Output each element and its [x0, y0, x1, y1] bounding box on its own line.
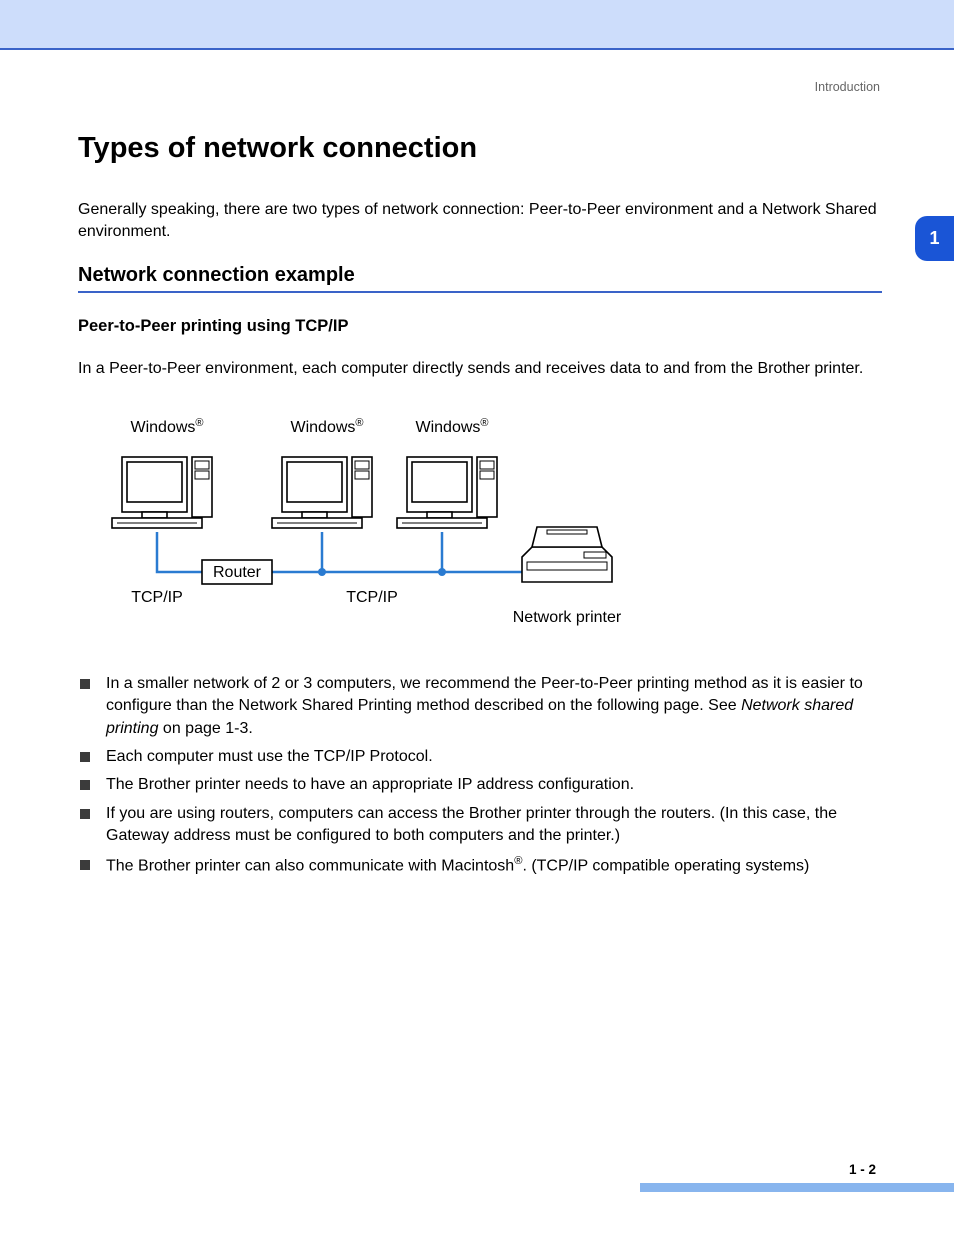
printer-label: Network printer: [513, 609, 622, 626]
page-footer: 1 - 2: [0, 1162, 954, 1192]
router-label: Router: [213, 564, 262, 581]
network-diagram: Router Windows®: [102, 402, 882, 637]
bullet-text: The Brother printer can also communicate…: [106, 857, 514, 874]
pc2-label: Windows®: [290, 417, 363, 436]
header-band: [0, 0, 954, 48]
list-item: In a smaller network of 2 or 3 computers…: [78, 673, 882, 740]
pc-icon: [272, 457, 372, 528]
list-item: Each computer must use the TCP/IP Protoc…: [78, 746, 882, 768]
chapter-tab: 1: [915, 216, 954, 261]
bullet-text: If you are using routers, computers can …: [106, 805, 837, 844]
bullet-text: Each computer must use the TCP/IP Protoc…: [106, 748, 433, 765]
p2p-paragraph: In a Peer-to-Peer environment, each comp…: [78, 358, 882, 380]
printer-icon: [522, 527, 612, 582]
page-title: Types of network connection: [78, 132, 882, 165]
list-item: The Brother printer needs to have an app…: [78, 774, 882, 796]
subsection-heading: Peer-to-Peer printing using TCP/IP: [78, 317, 882, 336]
pc-icon: [112, 457, 212, 528]
pc-icon: [397, 457, 497, 528]
pc3-label: Windows®: [415, 417, 488, 436]
bullet-list: In a smaller network of 2 or 3 computers…: [78, 673, 882, 877]
tcpip-label-1: TCP/IP: [131, 589, 183, 606]
list-item: The Brother printer can also communicate…: [78, 854, 882, 878]
tcpip-label-2: TCP/IP: [346, 589, 398, 606]
bullet-text: . (TCP/IP compatible operating systems): [522, 857, 809, 874]
section-heading: Network connection example: [78, 264, 882, 287]
bullet-text: on page 1-3.: [158, 720, 252, 737]
page-body: 1 Introduction Types of network connecti…: [0, 50, 954, 1230]
list-item: If you are using routers, computers can …: [78, 803, 882, 848]
pc1-label: Windows®: [130, 417, 203, 436]
breadcrumb: Introduction: [78, 80, 882, 94]
intro-paragraph: Generally speaking, there are two types …: [78, 199, 882, 242]
bullet-text: The Brother printer needs to have an app…: [106, 776, 634, 793]
section-rule: [78, 291, 882, 293]
page-number: 1 - 2: [0, 1162, 954, 1177]
footer-accent-bar: [640, 1183, 954, 1192]
